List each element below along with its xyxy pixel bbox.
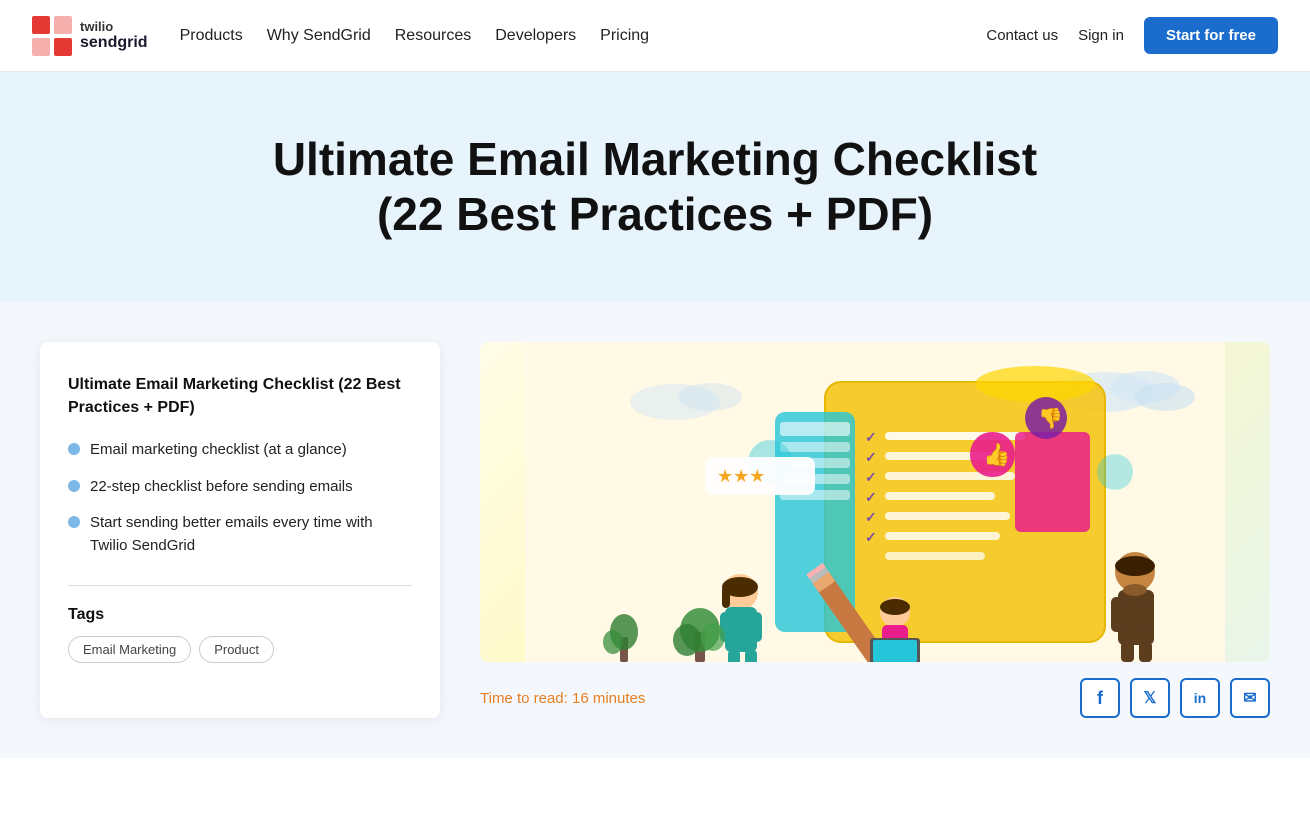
bullet-dot-2 <box>68 480 80 492</box>
logo-twilio-text: twilio <box>80 20 148 34</box>
linkedin-icon: in <box>1194 690 1206 706</box>
bullet-text-1: Email marketing checklist (at a glance) <box>90 439 347 462</box>
tags-label: Tags <box>68 606 412 624</box>
bullet-item-1: Email marketing checklist (at a glance) <box>68 439 412 462</box>
card-divider <box>68 585 412 586</box>
email-share-button[interactable]: ✉ <box>1230 678 1270 718</box>
nav-developers[interactable]: Developers <box>495 27 576 45</box>
right-content: ✓ ✓ ✓ ✓ ✓ ✓ <box>480 342 1270 718</box>
bullet-dot-3 <box>68 516 80 528</box>
navigation: twilio sendgrid Products Why SendGrid Re… <box>0 0 1310 72</box>
svg-text:👍: 👍 <box>983 442 1010 467</box>
email-icon: ✉ <box>1243 688 1256 708</box>
nav-why-sendgrid[interactable]: Why SendGrid <box>267 27 371 45</box>
hero-title: Ultimate Email Marketing Checklist (22 B… <box>245 132 1065 242</box>
bullet-text-3: Start sending better emails every time w… <box>90 512 412 557</box>
illustration-svg: ✓ ✓ ✓ ✓ ✓ ✓ <box>480 342 1270 662</box>
bullet-item-2: 22-step checklist before sending emails <box>68 476 412 499</box>
nav-pricing[interactable]: Pricing <box>600 27 649 45</box>
nav-links: Products Why SendGrid Resources Develope… <box>180 27 650 45</box>
tags-list: Email Marketing Product <box>68 636 412 663</box>
read-time: Time to read: 16 minutes <box>480 690 645 707</box>
content-inner: Ultimate Email Marketing Checklist (22 B… <box>40 302 1270 718</box>
twitter-share-button[interactable]: 𝕏 <box>1130 678 1170 718</box>
facebook-icon: f <box>1097 688 1103 709</box>
svg-text:✓: ✓ <box>865 509 877 525</box>
article-illustration: ✓ ✓ ✓ ✓ ✓ ✓ <box>480 342 1270 662</box>
svg-text:✓: ✓ <box>865 469 877 485</box>
nav-products[interactable]: Products <box>180 27 243 45</box>
svg-text:✓: ✓ <box>865 529 877 545</box>
contact-link[interactable]: Contact us <box>986 27 1058 44</box>
social-icons: f 𝕏 in ✉ <box>1080 678 1270 718</box>
bullet-dot-1 <box>68 443 80 455</box>
linkedin-share-button[interactable]: in <box>1180 678 1220 718</box>
tag-product[interactable]: Product <box>199 636 274 663</box>
logo-sendgrid-text: sendgrid <box>80 34 148 52</box>
signin-link[interactable]: Sign in <box>1078 27 1124 44</box>
bottom-meta: Time to read: 16 minutes f 𝕏 in ✉ <box>480 678 1270 718</box>
nav-right: Contact us Sign in Start for free <box>986 17 1278 54</box>
card-title: Ultimate Email Marketing Checklist (22 B… <box>68 374 412 419</box>
bullet-item-3: Start sending better emails every time w… <box>68 512 412 557</box>
article-card: Ultimate Email Marketing Checklist (22 B… <box>40 342 440 718</box>
bullet-text-2: 22-step checklist before sending emails <box>90 476 353 499</box>
nav-resources[interactable]: Resources <box>395 27 471 45</box>
content-area: Ultimate Email Marketing Checklist (22 B… <box>0 302 1310 758</box>
bullet-list: Email marketing checklist (at a glance) … <box>68 439 412 557</box>
logo[interactable]: twilio sendgrid <box>32 16 148 56</box>
logo-icon <box>32 16 72 56</box>
twitter-icon: 𝕏 <box>1144 688 1157 708</box>
tag-email-marketing[interactable]: Email Marketing <box>68 636 191 663</box>
svg-text:✓: ✓ <box>865 489 877 505</box>
svg-text:👎: 👎 <box>1038 407 1063 430</box>
facebook-share-button[interactable]: f <box>1080 678 1120 718</box>
hero-section: Ultimate Email Marketing Checklist (22 B… <box>0 72 1310 322</box>
svg-text:✓: ✓ <box>865 449 877 465</box>
svg-text:★★★: ★★★ <box>717 466 765 486</box>
svg-text:✓: ✓ <box>865 429 877 445</box>
start-for-free-button[interactable]: Start for free <box>1144 17 1278 54</box>
